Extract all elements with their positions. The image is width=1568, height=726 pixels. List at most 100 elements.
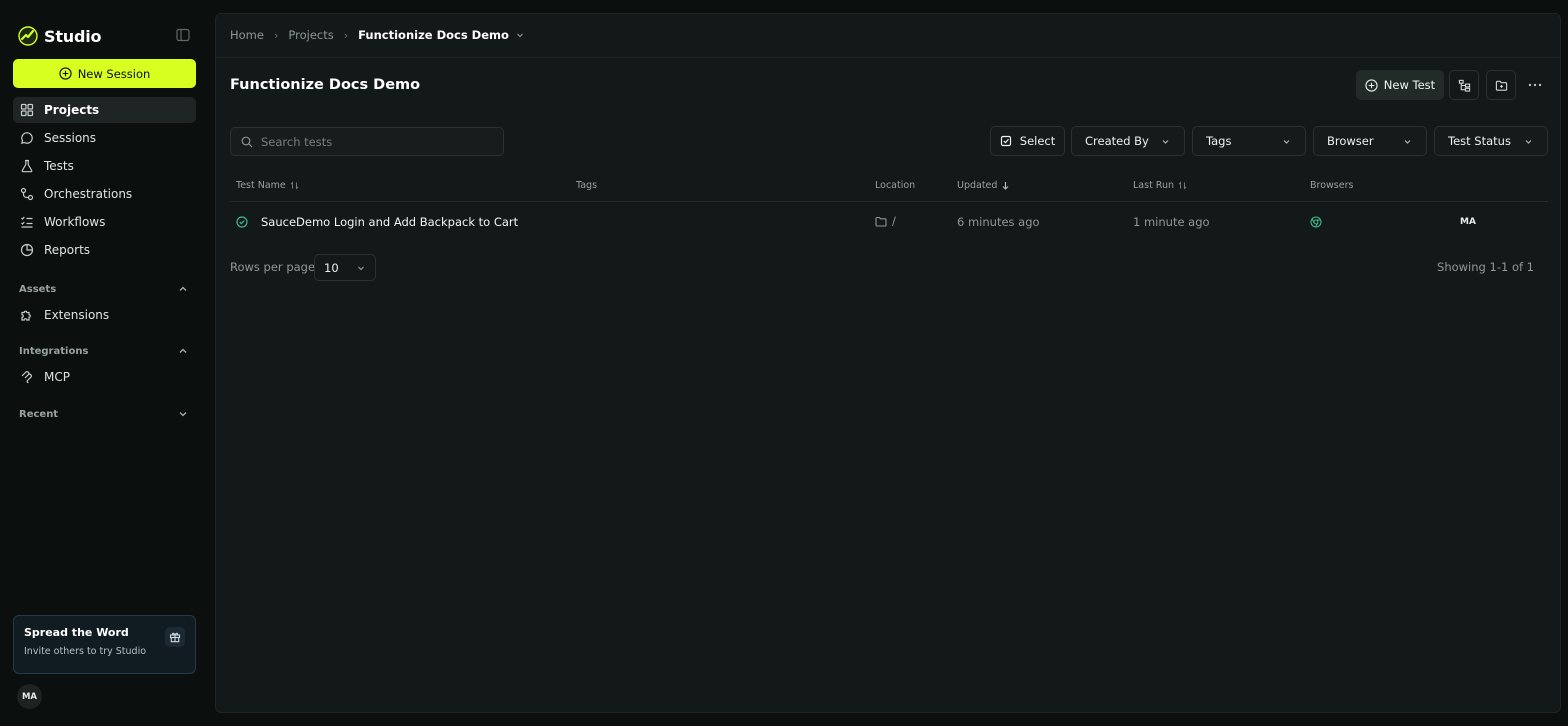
- arrow-down-icon: [1001, 181, 1010, 190]
- nav-item-extensions[interactable]: Extensions: [13, 302, 196, 328]
- test-last-run: 1 minute ago: [1133, 215, 1210, 229]
- sort-both-icon: [1178, 181, 1187, 190]
- studio-logo-icon: [18, 26, 38, 46]
- owner-avatar[interactable]: MA: [1460, 217, 1476, 227]
- nav-label: Reports: [44, 243, 91, 257]
- breadcrumb-home[interactable]: Home: [230, 28, 264, 42]
- location-path: /: [892, 214, 896, 228]
- nav-item-tests[interactable]: Tests: [13, 153, 196, 179]
- recent-section-title: Recent: [19, 408, 59, 420]
- nav-label: Tests: [44, 159, 74, 173]
- nav-item-workflows[interactable]: Workflows: [13, 209, 196, 235]
- tree-view-button[interactable]: [1449, 70, 1479, 100]
- column-label: Last Run: [1133, 180, 1175, 191]
- recent-section-toggle[interactable]: Recent: [19, 408, 189, 420]
- test-location[interactable]: /: [875, 214, 896, 228]
- pie-chart-icon: [20, 243, 34, 257]
- test-name-link[interactable]: SauceDemo Login and Add Backpack to Cart: [261, 215, 518, 229]
- select-label: Select: [1019, 134, 1056, 148]
- breadcrumb-current-project[interactable]: Functionize Docs Demo: [358, 28, 509, 42]
- nav-item-reports[interactable]: Reports: [13, 237, 196, 263]
- folder-tree-icon: [1458, 79, 1471, 92]
- nav-item-sessions[interactable]: Sessions: [13, 125, 196, 151]
- breadcrumb: Home › Projects › Functionize Docs Demo: [230, 28, 525, 42]
- plus-circle-icon: [59, 67, 72, 80]
- brand[interactable]: Studio: [18, 26, 101, 46]
- new-folder-button[interactable]: [1486, 70, 1516, 100]
- new-test-label: New Test: [1383, 78, 1436, 92]
- table-header: Test Name Tags Location Updated Last Run…: [230, 176, 1548, 202]
- sidebar-toggle-icon[interactable]: [176, 28, 192, 44]
- rows-per-page-value: 10: [324, 260, 339, 275]
- nav-item-mcp[interactable]: MCP: [13, 364, 196, 390]
- plus-circle-icon: [1365, 78, 1378, 92]
- gift-icon[interactable]: [165, 627, 185, 647]
- tags-filter[interactable]: Tags: [1192, 126, 1306, 156]
- column-test-name[interactable]: Test Name: [236, 180, 299, 191]
- column-last-run[interactable]: Last Run: [1133, 180, 1187, 191]
- flow-icon: [20, 187, 34, 201]
- page-title: Functionize Docs Demo: [230, 77, 421, 93]
- nav-item-orchestrations[interactable]: Orchestrations: [13, 181, 196, 207]
- main-panel: Home › Projects › Functionize Docs Demo …: [215, 13, 1561, 713]
- checkbox-square-icon: [1000, 135, 1012, 147]
- breadcrumb-projects[interactable]: Projects: [288, 28, 333, 42]
- status-passed-icon: [236, 216, 248, 228]
- chevron-down-icon: [356, 263, 366, 273]
- chevron-down-icon: [1523, 136, 1534, 147]
- created-by-filter[interactable]: Created By: [1071, 126, 1185, 156]
- created-by-label: Created By: [1085, 134, 1149, 148]
- integrations-list: MCP: [13, 364, 196, 392]
- promo-subtitle: Invite others to try Studio: [24, 646, 147, 657]
- chevron-down-icon: [1160, 136, 1171, 147]
- column-label: Test Name: [236, 180, 286, 191]
- browser-filter[interactable]: Browser: [1313, 126, 1427, 156]
- new-session-label: New Session: [77, 66, 151, 81]
- main-nav: Projects Sessions Tests Orchestrations W…: [13, 97, 196, 265]
- search-box[interactable]: [230, 127, 504, 156]
- chevron-down-icon: [177, 408, 189, 420]
- rows-per-page-label: Rows per page: [230, 260, 316, 274]
- chevron-right-icon: ›: [343, 28, 349, 42]
- project-switcher-chevron-icon[interactable]: [515, 30, 525, 40]
- column-updated[interactable]: Updated: [957, 180, 1010, 191]
- column-browsers: Browsers: [1310, 180, 1354, 191]
- new-session-button[interactable]: New Session: [13, 59, 196, 88]
- more-options-icon[interactable]: [1524, 76, 1546, 94]
- column-tags: Tags: [576, 180, 598, 191]
- flask-icon: [20, 159, 34, 173]
- new-test-button[interactable]: New Test: [1356, 70, 1444, 100]
- tags-filter-label: Tags: [1206, 134, 1232, 148]
- nav-label: Extensions: [44, 308, 110, 322]
- nav-label: Sessions: [44, 131, 97, 145]
- assets-section-title: Assets: [19, 283, 57, 295]
- select-button[interactable]: Select: [990, 126, 1065, 156]
- rows-per-page-select[interactable]: 10: [314, 254, 376, 281]
- sidebar: Studio New Session Projects Sessions Tes…: [0, 0, 208, 726]
- search-input[interactable]: [261, 134, 491, 149]
- app-name: Studio: [44, 26, 102, 46]
- puzzle-icon: [20, 308, 34, 322]
- nav-label: Workflows: [44, 215, 106, 229]
- test-status-filter[interactable]: Test Status: [1434, 126, 1548, 156]
- mcp-icon: [20, 370, 34, 384]
- sort-both-icon: [290, 181, 299, 190]
- folder-icon: [875, 216, 887, 227]
- grid-icon: [20, 103, 34, 117]
- pagination-summary: Showing 1-1 of 1: [1437, 260, 1534, 274]
- user-avatar[interactable]: MA: [17, 684, 42, 709]
- column-location: Location: [875, 180, 916, 191]
- chrome-icon: [1310, 216, 1322, 228]
- chat-icon: [20, 131, 34, 145]
- assets-list: Extensions: [13, 302, 196, 330]
- table-row[interactable]: SauceDemo Login and Add Backpack to Cart…: [230, 209, 1548, 235]
- nav-label: MCP: [44, 370, 70, 384]
- spread-the-word-card[interactable]: Spread the Word Invite others to try Stu…: [13, 615, 196, 674]
- test-status-label: Test Status: [1448, 134, 1511, 148]
- chevron-right-icon: ›: [273, 28, 279, 42]
- nav-item-projects[interactable]: Projects: [13, 97, 196, 123]
- nav-label: Orchestrations: [44, 187, 133, 201]
- integrations-section-toggle[interactable]: Integrations: [19, 345, 189, 357]
- assets-section-toggle[interactable]: Assets: [19, 283, 189, 295]
- chevron-down-icon: [1402, 136, 1413, 147]
